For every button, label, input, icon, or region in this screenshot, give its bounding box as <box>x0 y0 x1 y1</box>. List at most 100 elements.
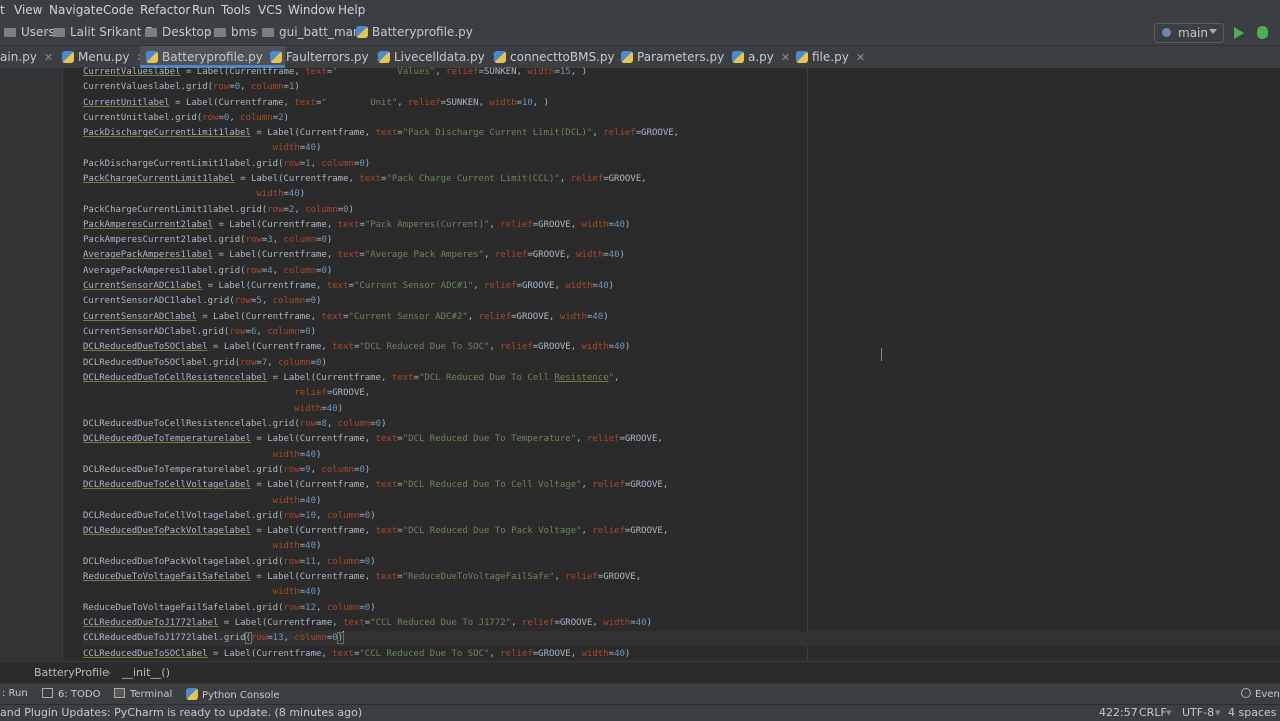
code-line: CurrentValueslabel.grid(row=0, column=1) <box>83 82 300 92</box>
code-line: CCLReducedDueToJ1772label = Label(Curren… <box>83 618 653 628</box>
text-caret <box>343 631 345 642</box>
indent-setting[interactable]: 4 spaces <box>1228 706 1277 719</box>
python-interpreter-icon <box>1162 28 1171 37</box>
code-line: DCLReducedDueToCellResistencelabel = Lab… <box>83 373 620 383</box>
folder-icon <box>53 28 65 37</box>
breadcrumb-file[interactable]: Batteryprofile.py <box>356 25 473 39</box>
right-margin-guide <box>807 68 808 661</box>
breadcrumb-class[interactable]: BatteryProfile <box>34 666 109 679</box>
menu-tools[interactable]: Tools <box>221 3 251 17</box>
code-line: width=40) <box>272 541 322 551</box>
tab-main[interactable]: ain.py ✕ <box>0 46 53 68</box>
code-line: CurrentUnitlabel = Label(Currentframe, t… <box>83 98 550 108</box>
chevron-right-icon: › <box>107 666 112 679</box>
code-line: PackAmperesCurrent2label.grid(row=3, col… <box>83 235 333 245</box>
code-line: width=40) <box>294 404 344 414</box>
menu-navigate[interactable]: Navigate <box>49 3 103 17</box>
code-line: width=40) <box>256 189 306 199</box>
code-line: CurrentSensorADC1label.grid(row=5, colum… <box>83 296 322 306</box>
python-file-icon <box>796 51 808 63</box>
code-line: CurrentSensorADClabel = Label(Currentfra… <box>83 312 609 322</box>
chevron-right-icon: › <box>346 25 351 39</box>
chevron-down-icon: ▾ <box>1166 706 1172 719</box>
python-file-icon <box>270 51 282 63</box>
python-file-icon <box>621 51 633 63</box>
code-line: DCLReducedDueToCellResistencelabel.grid(… <box>83 419 387 429</box>
tool-window-bar: : Run 6: TODO Terminal Python Console Ev… <box>0 683 1280 704</box>
folder-icon <box>262 28 274 37</box>
chevron-down-icon <box>1209 29 1217 34</box>
chevron-right-icon: › <box>44 25 49 39</box>
code-line: DCLReducedDueToPackVoltagelabel = Label(… <box>83 526 669 536</box>
editor-breadcrumb: BatteryProfile › __init__() <box>0 661 1280 684</box>
close-icon[interactable]: ✕ <box>781 51 790 64</box>
close-icon[interactable]: ✕ <box>856 51 865 64</box>
menu-fragment: t <box>0 3 5 17</box>
folder-icon <box>145 28 157 37</box>
python-file-icon <box>494 51 506 63</box>
chevron-down-icon: ▾ <box>1215 706 1221 719</box>
code-line: CCLReducedDueToSOClabel = Label(Currentf… <box>83 649 631 659</box>
menu-window[interactable]: Window <box>288 3 335 17</box>
file-encoding[interactable]: UTF-8 <box>1182 706 1214 719</box>
code-line: DCLReducedDueToCellVoltagelabel.grid(row… <box>83 511 376 521</box>
code-line: DCLReducedDueToPackVoltagelabel.grid(row… <box>83 557 376 567</box>
code-line: PackAmperesCurrent2label = Label(Current… <box>83 220 631 230</box>
cursor-position[interactable]: 422:57 <box>1099 706 1138 719</box>
code-line: DCLReducedDueToTemperaturelabel = Label(… <box>83 434 663 444</box>
code-line: width=40) <box>272 143 322 153</box>
editor-gutter[interactable] <box>0 68 63 661</box>
menu-run[interactable]: Run <box>192 3 215 17</box>
chevron-right-icon: › <box>136 25 141 39</box>
menu-vcs[interactable]: VCS <box>258 3 282 17</box>
python-console-icon <box>186 688 198 700</box>
menu-bar: t View Navigate Code Refactor Run Tools … <box>0 0 1280 20</box>
code-line: CurrentValueslabel = Label(Currentframe,… <box>83 67 587 77</box>
breadcrumb-desktop[interactable]: Desktop <box>145 25 212 39</box>
folder-icon <box>214 28 226 37</box>
code-line: DCLReducedDueToSOClabel = Label(Currentf… <box>83 342 631 352</box>
python-file-icon <box>146 51 158 63</box>
menu-view[interactable]: View <box>14 3 42 17</box>
code-line: PackChargeCurrentLimit1label = Label(Cur… <box>83 174 647 184</box>
todo-tool-button[interactable]: 6: TODO <box>42 688 100 700</box>
code-line: PackDischargeCurrentLimit1label.grid(row… <box>83 159 371 169</box>
status-message[interactable]: and Plugin Updates: PyCharm is ready to … <box>0 706 362 719</box>
list-icon <box>42 688 53 698</box>
code-line: width=40) <box>272 587 322 597</box>
code-line: CurrentSensorADC1label = Label(Currentfr… <box>83 281 615 291</box>
close-icon[interactable]: ✕ <box>44 51 53 64</box>
menu-help[interactable]: Help <box>338 3 365 17</box>
code-line-current: CCLReducedDueToJ1772label.grid(row=13, c… <box>83 631 1280 646</box>
breadcrumb-method[interactable]: __init__() <box>122 666 170 679</box>
debug-icon[interactable] <box>1257 26 1268 39</box>
code-line: relief=GROOVE, <box>294 388 371 398</box>
python-file-icon <box>378 51 390 63</box>
navigation-bar: Users › Lalit Srikant B › Desktop › bms … <box>0 20 1280 46</box>
code-line: CurrentUnitlabel.grid(row=0, column=2) <box>83 113 289 123</box>
code-line: DCLReducedDueToSOClabel.grid(row=7, colu… <box>83 358 327 368</box>
code-line: ReduceDueToVoltageFailSafelabel = Label(… <box>83 572 642 582</box>
run-tool-button[interactable]: : Run <box>2 688 28 699</box>
code-line: ReduceDueToVoltageFailSafelabel.grid(row… <box>83 603 376 613</box>
code-line: AveragePackAmperes1label = Label(Current… <box>83 250 625 260</box>
line-separator[interactable]: CRLF <box>1139 706 1167 719</box>
terminal-tool-button[interactable]: Terminal <box>114 688 172 700</box>
branch-selector[interactable]: main <box>1154 23 1224 43</box>
code-line: PackDischargeCurrentLimit1label = Label(… <box>83 128 680 138</box>
run-icon[interactable] <box>1234 27 1244 39</box>
chevron-right-icon: › <box>206 25 211 39</box>
branch-label: main <box>1178 26 1208 40</box>
breadcrumb-bms[interactable]: bms <box>214 25 257 39</box>
python-file-icon <box>356 26 368 38</box>
event-log-icon <box>1241 688 1251 698</box>
python-file-icon <box>732 51 744 63</box>
terminal-icon <box>114 688 125 698</box>
code-line: CurrentSensorADClabel.grid(row=6, column… <box>83 327 317 337</box>
menu-refactor[interactable]: Refactor <box>140 3 190 17</box>
python-console-tool-button[interactable]: Python Console <box>186 688 280 701</box>
code-line: DCLReducedDueToTemperaturelabel.grid(row… <box>83 465 371 475</box>
menu-code[interactable]: Code <box>103 3 134 17</box>
code-line: DCLReducedDueToCellVoltagelabel = Label(… <box>83 480 669 490</box>
event-log-tool-button[interactable]: Event <box>1241 688 1280 700</box>
